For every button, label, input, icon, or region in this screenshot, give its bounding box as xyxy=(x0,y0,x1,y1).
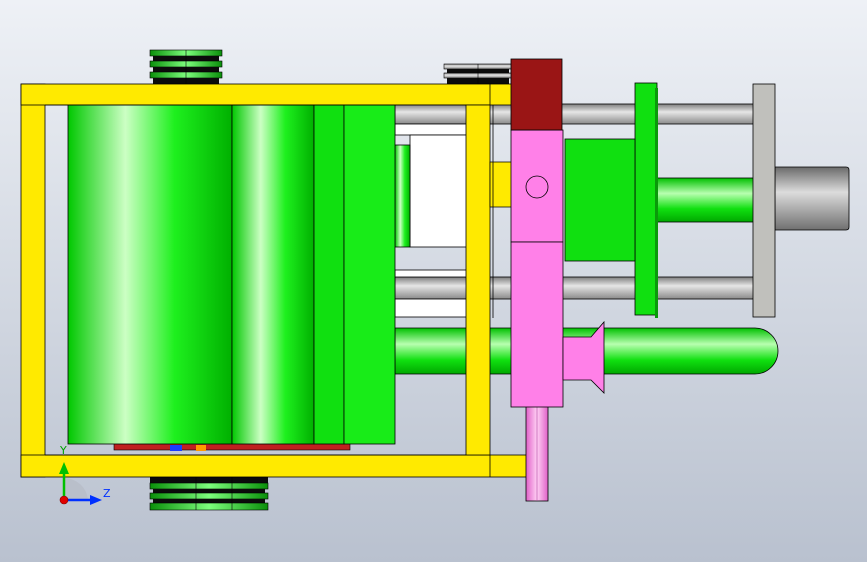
red-cap-block[interactable] xyxy=(510,58,563,131)
upper-guide-rod[interactable] xyxy=(394,103,756,125)
cad-viewport[interactable]: Y Z xyxy=(0,0,867,562)
output-shaft[interactable] xyxy=(774,166,850,231)
bottom-pulley-stack[interactable] xyxy=(149,477,269,511)
assembly-drawing[interactable]: Y Z xyxy=(0,0,867,562)
top-left-pulley-stack[interactable] xyxy=(149,49,223,84)
triad-origin xyxy=(59,495,69,505)
top-right-pulley-stack[interactable] xyxy=(443,63,513,84)
frame-top-beam[interactable] xyxy=(20,83,514,106)
y-axis-label: Y xyxy=(59,444,67,457)
frame-bottom-beam[interactable] xyxy=(20,454,537,478)
bracket-lower-body[interactable] xyxy=(510,241,564,408)
green-cylinder-block[interactable] xyxy=(564,138,636,262)
frame-left-post[interactable] xyxy=(20,83,46,478)
lower-guide-rod[interactable] xyxy=(394,276,756,300)
z-axis-label: Z xyxy=(103,487,111,500)
frame-right-post[interactable] xyxy=(465,104,491,456)
main-motor-cylinder[interactable] xyxy=(67,103,396,451)
bracket-pivot-pin[interactable] xyxy=(525,175,549,199)
gray-end-plate[interactable] xyxy=(752,83,776,318)
green-slide-plate[interactable] xyxy=(634,82,658,318)
pink-rod[interactable] xyxy=(525,404,549,502)
green-piston-rod[interactable] xyxy=(654,177,756,223)
